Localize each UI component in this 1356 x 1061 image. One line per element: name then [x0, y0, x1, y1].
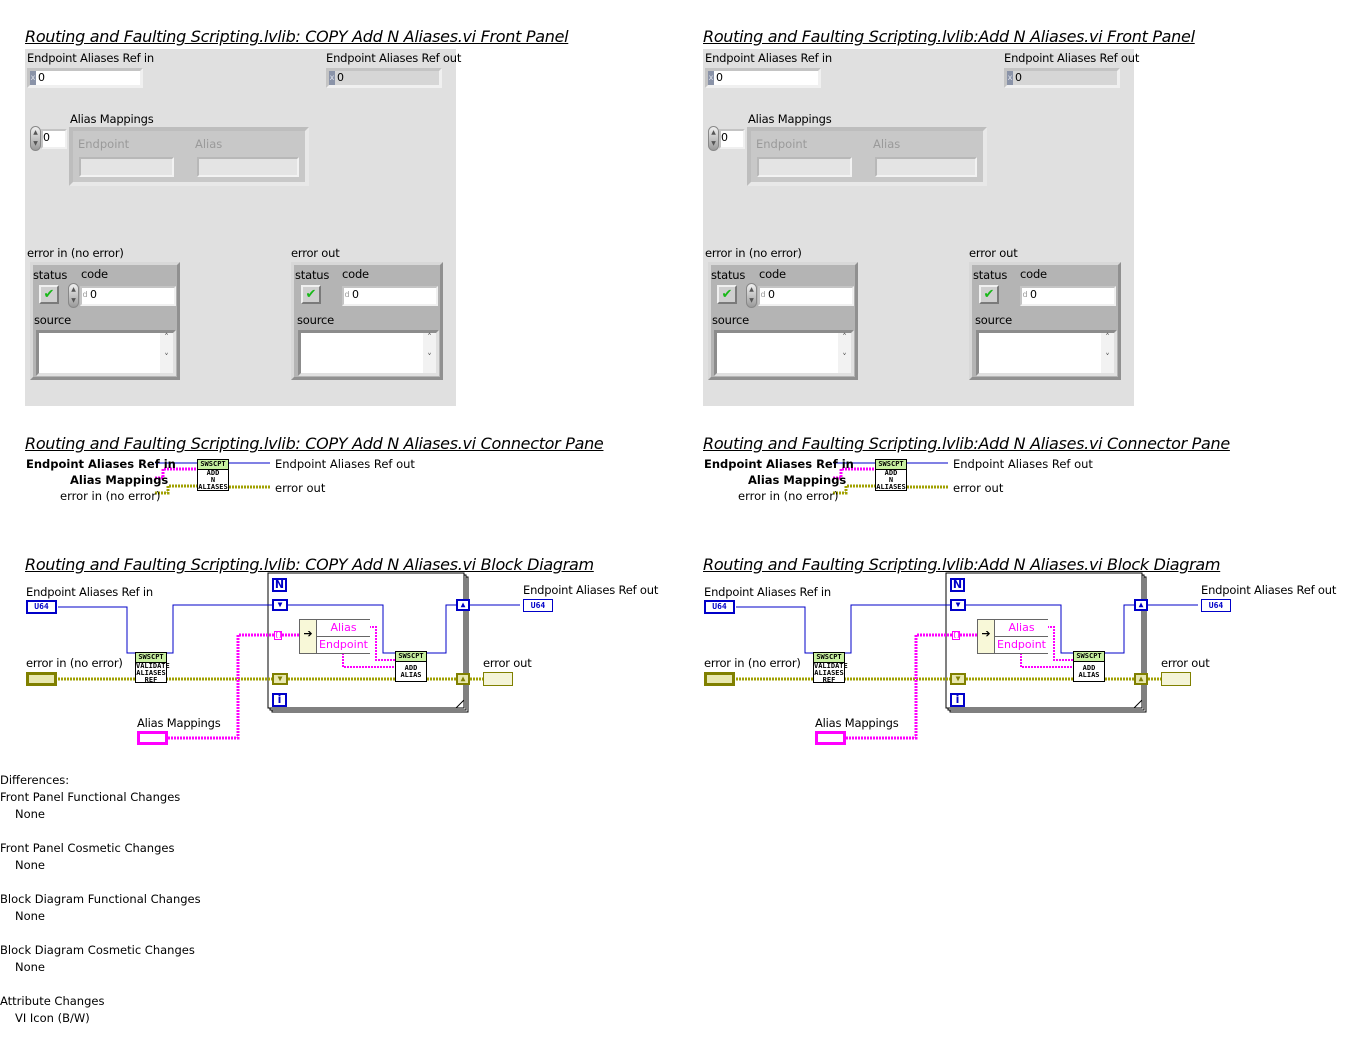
ref-out-terminal[interactable]: U64	[1201, 599, 1231, 612]
arrow-icon: ➔	[981, 627, 991, 640]
ref-in-wire	[736, 606, 813, 654]
validate-aliases-ref-subvi[interactable]: SWSCPT VALIDATE ALIASES REF	[813, 652, 848, 684]
diff-section-detail: None	[15, 960, 46, 974]
loop-index-terminal: i	[950, 693, 965, 707]
diff-section-detail: None	[15, 858, 46, 872]
alias-mappings-terminal[interactable]	[815, 731, 846, 745]
diff-section-title: Front Panel Functional Changes	[0, 790, 181, 804]
bd-error-in-label: error in (no error)	[704, 656, 801, 670]
ref-wire-to-loop	[844, 604, 950, 654]
error-out-terminal[interactable]	[1161, 672, 1191, 686]
shift-register-left-ref[interactable]: ▼	[950, 599, 966, 611]
diff-section-title: Block Diagram Functional Changes	[0, 892, 201, 906]
error-in-terminal[interactable]	[704, 672, 735, 686]
bd-ref-out-label: Endpoint Aliases Ref out	[1201, 583, 1337, 597]
unbundle-alias-element: Alias	[994, 620, 1048, 637]
diff-section-detail: None	[15, 807, 46, 821]
shift-register-right-error[interactable]: ▲	[1134, 673, 1148, 685]
block-diagram-wires	[736, 572, 1198, 740]
diff-section-detail: VI Icon (B/W)	[15, 1011, 90, 1025]
diff-section-title: Block Diagram Cosmetic Changes	[0, 943, 195, 957]
bd-ref-in-label: Endpoint Aliases Ref in	[704, 585, 831, 599]
loop-count-terminal[interactable]: N	[950, 578, 965, 592]
unbundle-by-name[interactable]: ➔ Alias Endpoint	[977, 619, 1048, 654]
diff-section-title: Attribute Changes	[0, 994, 105, 1008]
diff-section-title: Front Panel Cosmetic Changes	[0, 841, 175, 855]
shift-register-left-error[interactable]: ▼	[950, 673, 966, 685]
bd-alias-mappings-label: Alias Mappings	[815, 716, 899, 730]
unbundle-endpoint-element: Endpoint	[994, 637, 1048, 653]
index-tunnel[interactable]: []	[952, 631, 960, 640]
ref-in-terminal[interactable]: U64	[704, 600, 735, 614]
add-alias-subvi[interactable]: SWSCPT ADD ALIAS	[1073, 651, 1105, 682]
differences-heading: Differences:	[0, 773, 70, 787]
diff-section-detail: None	[15, 909, 46, 923]
bd-error-out-label: error out	[1161, 656, 1210, 670]
shift-register-right-ref[interactable]: ▲	[1134, 599, 1148, 611]
